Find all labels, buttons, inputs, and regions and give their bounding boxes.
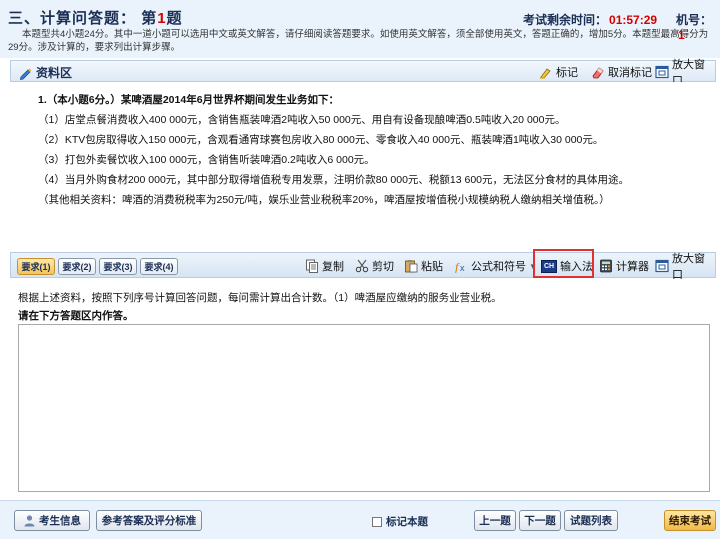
paste-button[interactable]: 粘贴 <box>404 257 443 275</box>
unmark-button[interactable]: 取消标记 <box>591 63 652 80</box>
material-line-1: （1）店堂点餐消费收入400 000元，含销售瓶装啤酒2吨收入50 000元、用… <box>38 114 566 126</box>
material-enlarge-button[interactable]: 放大窗口 <box>655 59 715 87</box>
copy-icon <box>305 259 319 273</box>
section-title: 三、计算问答题： 第1题 <box>8 7 183 28</box>
answer-toolbar: 要求(1) 要求(2) 要求(3) 要求(4) 复制 剪切 粘贴 fx 公式和符… <box>10 252 716 281</box>
answer-prompt: 请在下方答题区内作答。 <box>18 310 134 322</box>
next-question-button[interactable]: 下一题 <box>519 510 561 531</box>
prev-question-button[interactable]: 上一题 <box>474 510 516 531</box>
calculator-label: 计算器 <box>616 261 649 273</box>
question-list-button[interactable]: 试题列表 <box>564 510 618 531</box>
mark-question-checkbox[interactable]: 标记本题 <box>372 514 428 529</box>
checkbox-box[interactable] <box>372 516 382 527</box>
copy-button[interactable]: 复制 <box>305 257 344 275</box>
material-line-0: 1.（本小题6分。）某啤酒屋2014年6月世界杯期间发生业务如下： <box>38 94 340 106</box>
material-panel-header: 资料区 标记 取消标记 放大窗口 <box>10 59 716 87</box>
question-suffix: 题 <box>166 10 183 27</box>
clipboard-icon <box>404 259 418 273</box>
question-number: 1 <box>157 10 167 27</box>
enlarge-window-icon <box>655 65 669 79</box>
paste-label: 粘贴 <box>421 261 443 273</box>
cut-label: 剪切 <box>372 261 394 273</box>
material-line-title: 1.（本小题6分。）某啤酒屋2014年6月世界杯期间发生业务如下： <box>38 92 339 107</box>
section-title-text: 三、计算问答题： <box>8 10 137 27</box>
timer-value: 01:57:29 <box>609 13 658 27</box>
material-line-5: （其他相关资料：啤酒的消费税税率为250元/吨，娱乐业营业税税率20%，啤酒屋按… <box>38 194 610 206</box>
tab-requirement-1[interactable]: 要求(1) <box>17 258 55 275</box>
answer-enlarge-button[interactable]: 放大窗口 <box>655 253 715 281</box>
mark-question-label: 标记本题 <box>386 516 428 528</box>
material-content: 1.（本小题6分。）某啤酒屋2014年6月世界杯期间发生业务如下： （1）店堂点… <box>10 82 716 252</box>
unmark-label: 取消标记 <box>608 66 652 79</box>
remaining-time: 考试剩余时间： 01:57:29 <box>523 11 657 28</box>
candidate-info-label: 考生信息 <box>39 515 81 527</box>
reference-answer-button[interactable]: 参考答案及评分标准 <box>96 510 202 531</box>
tab-requirement-3[interactable]: 要求(3) <box>99 258 137 275</box>
user-icon <box>23 514 36 527</box>
input-method-highlight <box>533 249 594 278</box>
answer-enlarge-label: 放大窗口 <box>672 253 705 281</box>
material-line-4: （4）当月外购食材200 000元，其中部分取得增值税专用发票，注明价款80 0… <box>38 174 630 186</box>
tab-requirement-2[interactable]: 要求(2) <box>58 258 96 275</box>
calculator-button[interactable]: 计算器 <box>599 257 649 275</box>
formula-label: 公式和符号 <box>471 261 526 273</box>
answer-input[interactable] <box>18 324 710 492</box>
eraser-icon <box>591 65 605 79</box>
footer-bar: 考生信息 参考答案及评分标准 标记本题 上一题 下一题 试题列表 结束考试 <box>0 500 720 539</box>
material-title: 资料区 <box>19 64 72 81</box>
mark-label: 标记 <box>556 66 578 79</box>
tab-requirement-4[interactable]: 要求(4) <box>140 258 178 275</box>
question-text: 根据上述资料，按照下列序号计算回答问题，每问需计算出合计数。（1）啤酒屋应缴纳的… <box>18 292 502 304</box>
formula-symbol-button[interactable]: fx 公式和符号 ▼ <box>454 257 537 275</box>
enlarge-window-icon <box>655 259 669 273</box>
scissors-icon <box>355 259 369 273</box>
formula-icon: fx <box>454 259 468 274</box>
question-prefix: 第 <box>141 10 158 27</box>
material-title-label: 资料区 <box>36 66 73 80</box>
highlighter-icon <box>539 65 553 79</box>
svg-text:x: x <box>460 263 465 273</box>
end-exam-button[interactable]: 结束考试 <box>664 510 716 531</box>
candidate-info-button[interactable]: 考生信息 <box>14 510 90 531</box>
calculator-icon <box>599 259 613 273</box>
machine-label: 机号： <box>676 13 713 27</box>
mark-button[interactable]: 标记 <box>539 63 578 80</box>
copy-label: 复制 <box>322 261 344 273</box>
timer-label: 考试剩余时间： <box>523 13 608 27</box>
cut-button[interactable]: 剪切 <box>355 257 394 275</box>
header-bar: 三、计算问答题： 第1题 考试剩余时间： 01:57:29 机号： 1 本题型共4小… <box>0 0 720 58</box>
section-instructions: 本题型共4小题24分。其中一道小题可以选用中文或英文解答，请仔细阅读答题要求。如… <box>8 29 709 53</box>
material-line-2: （2）KTV包房取得收入150 000元，含观看通宵球赛包房收入80 000元、… <box>38 134 604 146</box>
material-line-3: （3）打包外卖餐饮收入100 000元，含销售听装啤酒0.2吨收入6 000元。 <box>38 154 375 166</box>
pencil-icon <box>19 66 33 80</box>
